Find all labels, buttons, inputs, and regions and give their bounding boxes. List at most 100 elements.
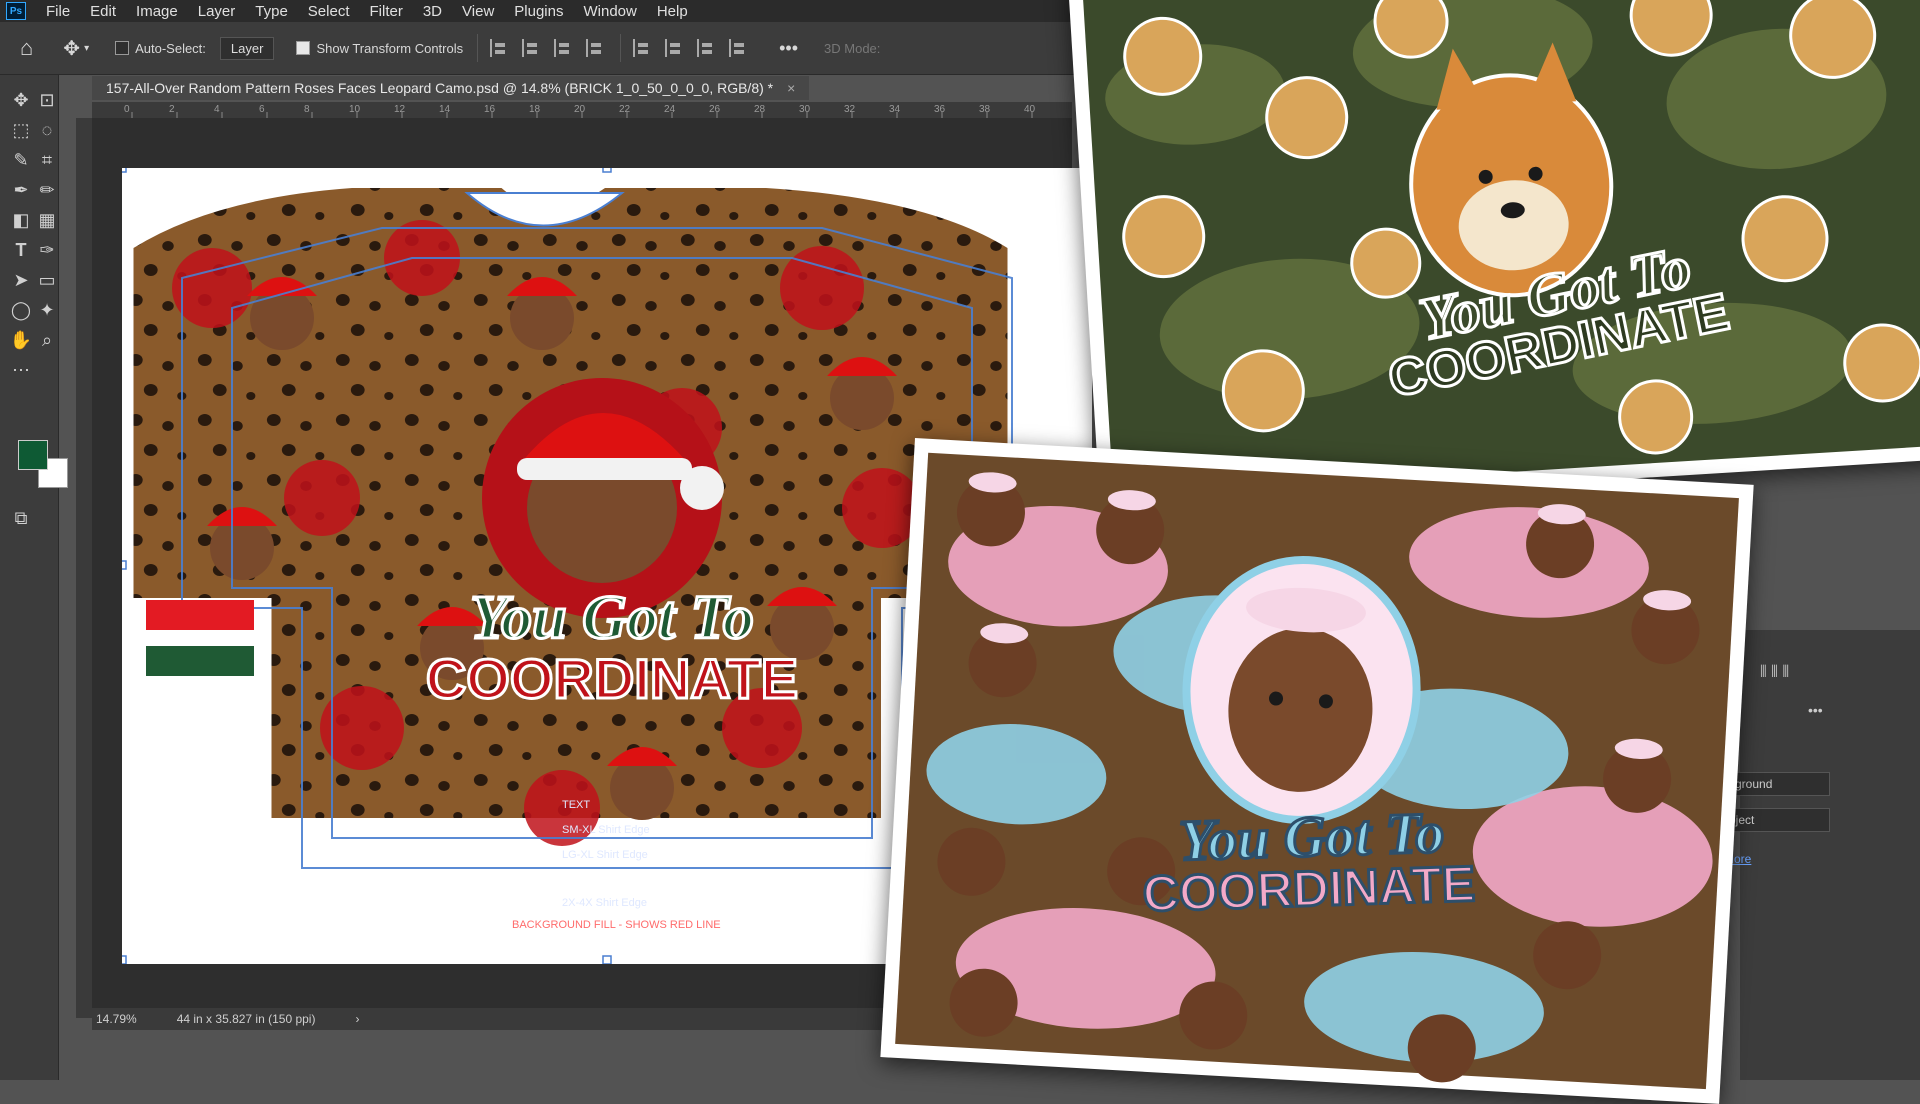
custom-shape-icon[interactable]: ✦: [34, 297, 60, 323]
status-arrow-icon[interactable]: ›: [355, 1012, 359, 1026]
menu-filter[interactable]: Filter: [360, 3, 413, 20]
close-tab-icon[interactable]: ×: [787, 80, 795, 96]
panel-field-background[interactable]: kground: [1722, 772, 1830, 796]
vertical-ruler: [76, 118, 92, 1018]
align-bottom-icon[interactable]: [697, 39, 717, 57]
document-size: 44 in x 35.827 in (150 ppi): [176, 1012, 316, 1026]
show-transform-checkbox[interactable]: Show Transform Controls: [296, 41, 463, 56]
ruler-label: 2: [169, 104, 175, 115]
gradient-tool-icon[interactable]: ▦: [34, 207, 60, 233]
ruler-label: 22: [619, 104, 631, 115]
artboard-tool-icon[interactable]: ⊡: [34, 87, 60, 113]
align-icons-row[interactable]: ⫴ ⫴ ⫴: [1760, 664, 1789, 682]
ruler-label: 6: [259, 104, 265, 115]
foreground-color-swatch[interactable]: [18, 440, 48, 470]
divider: [477, 34, 479, 62]
align-middle-icon[interactable]: [665, 39, 685, 57]
ruler-label: 14: [439, 104, 451, 115]
divider: [620, 34, 622, 62]
menu-help[interactable]: Help: [647, 3, 698, 20]
photo-pastel-girl: You Got To COORDINATE: [880, 438, 1754, 1104]
menu-select[interactable]: Select: [298, 3, 360, 20]
layer-dropdown[interactable]: Layer: [219, 36, 275, 60]
menu-window[interactable]: Window: [573, 3, 646, 20]
move-tool-icon[interactable]: ✥: [63, 36, 80, 61]
more-tools-icon[interactable]: ⋯: [8, 357, 34, 383]
ruler-label: 26: [709, 104, 721, 115]
auto-select-checkbox[interactable]: Auto-Select:: [115, 41, 206, 56]
show-transform-label: Show Transform Controls: [316, 40, 464, 56]
guide-label-sm-xl: SM-XL Shirt Edge: [562, 824, 650, 836]
ruler-ticks: 0 2 4 6 8 10 12 14 16 18 20 22 24 26 28 …: [124, 104, 1036, 118]
hand-tool-icon[interactable]: ✋: [8, 327, 34, 353]
ruler-label: 12: [394, 104, 406, 115]
lasso-tool-icon[interactable]: ◌: [34, 117, 60, 143]
guide-label-lg-xl: LG-XL Shirt Edge: [562, 849, 648, 861]
layer-dropdown-value: Layer: [219, 36, 275, 60]
tools-panel: ✥ ⊡ ⬚ ◌ ✎ ⌗ ✒ ✏ ◧ ▦ T ✑ ➤ ▭ ◯ ✦ ✋ ⌕ ⋯ ⧉: [0, 75, 68, 1080]
camo-doge-image: You Got To COORDINATE: [1082, 0, 1920, 497]
girl-title-line2: COORDINATE: [1142, 856, 1476, 922]
move-tool-icon[interactable]: ✥: [8, 87, 34, 113]
quick-select-icon[interactable]: ✎: [8, 147, 34, 173]
menu-edit[interactable]: Edit: [80, 3, 126, 20]
ruler-label: 10: [349, 104, 361, 115]
ruler-label: 16: [484, 104, 496, 115]
color-swatch-red: [146, 600, 254, 630]
rectangle-tool-icon[interactable]: ▭: [34, 267, 60, 293]
menu-file[interactable]: File: [36, 3, 80, 20]
document-title: 157-All-Over Random Pattern Roses Faces …: [106, 80, 774, 96]
photoshop-logo: Ps: [6, 2, 26, 20]
menu-image[interactable]: Image: [126, 3, 188, 20]
design-title-line2: COORDINATE: [426, 647, 798, 710]
pen-tool-icon[interactable]: ✑: [34, 237, 60, 263]
panel-field-object[interactable]: bject: [1722, 808, 1830, 832]
distribute-vertical-icon[interactable]: [729, 39, 749, 57]
3d-mode-label: 3D Mode:: [824, 40, 881, 56]
eyedropper-icon[interactable]: ✒: [8, 177, 34, 203]
ruler-label: 40: [1024, 104, 1036, 115]
zoom-level[interactable]: 14.79%: [96, 1012, 137, 1026]
color-swatch-green: [146, 646, 254, 676]
type-tool-icon[interactable]: T: [8, 237, 34, 263]
align-center-icon[interactable]: [522, 39, 542, 57]
document-tab[interactable]: 157-All-Over Random Pattern Roses Faces …: [92, 76, 810, 100]
zoom-tool-icon[interactable]: ⌕: [34, 327, 60, 353]
auto-select-label: Auto-Select:: [135, 40, 206, 56]
horizontal-ruler: 0 2 4 6 8 10 12 14 16 18 20 22 24 26 28 …: [92, 102, 1072, 119]
photo-camo-doge: You Got To COORDINATE: [1068, 0, 1920, 512]
eraser-tool-icon[interactable]: ◧: [8, 207, 34, 233]
path-select-icon[interactable]: ➤: [8, 267, 34, 293]
menu-view[interactable]: View: [452, 3, 504, 20]
menu-3d[interactable]: 3D: [413, 3, 452, 20]
ruler-label: 30: [799, 104, 811, 115]
menu-layer[interactable]: Layer: [188, 3, 246, 20]
chevron-down-icon[interactable]: ▾: [84, 43, 89, 54]
guide-label-2x-4x: 2X-4X Shirt Edge: [562, 897, 647, 909]
crop-tool-icon[interactable]: ⌗: [34, 147, 60, 173]
pastel-girl-image: You Got To COORDINATE: [895, 452, 1739, 1090]
ruler-label: 32: [844, 104, 856, 115]
ruler-label: 18: [529, 104, 541, 115]
marquee-tool-icon[interactable]: ⬚: [8, 117, 34, 143]
ruler-label: 34: [889, 104, 901, 115]
panel-more-icon[interactable]: •••: [1808, 702, 1823, 718]
more-options-icon[interactable]: •••: [779, 38, 798, 59]
align-left-icon[interactable]: [490, 39, 510, 57]
home-icon[interactable]: ⌂: [20, 35, 33, 61]
properties-panel: [1740, 630, 1920, 1080]
design-title-line1: You Got To: [470, 584, 754, 652]
ruler-label: 0: [124, 104, 130, 115]
menu-type[interactable]: Type: [245, 3, 298, 20]
ellipse-tool-icon[interactable]: ◯: [8, 297, 34, 323]
ruler-label: 38: [979, 104, 991, 115]
ruler-label: 24: [664, 104, 676, 115]
ruler-label: 20: [574, 104, 586, 115]
brush-tool-icon[interactable]: ✏: [34, 177, 60, 203]
checkbox-icon: [115, 41, 130, 55]
distribute-icon[interactable]: [586, 39, 606, 57]
menu-plugins[interactable]: Plugins: [504, 3, 573, 20]
align-right-icon[interactable]: [554, 39, 574, 57]
align-top-icon[interactable]: [633, 39, 653, 57]
screen-mode-icon[interactable]: ⧉: [8, 505, 34, 531]
